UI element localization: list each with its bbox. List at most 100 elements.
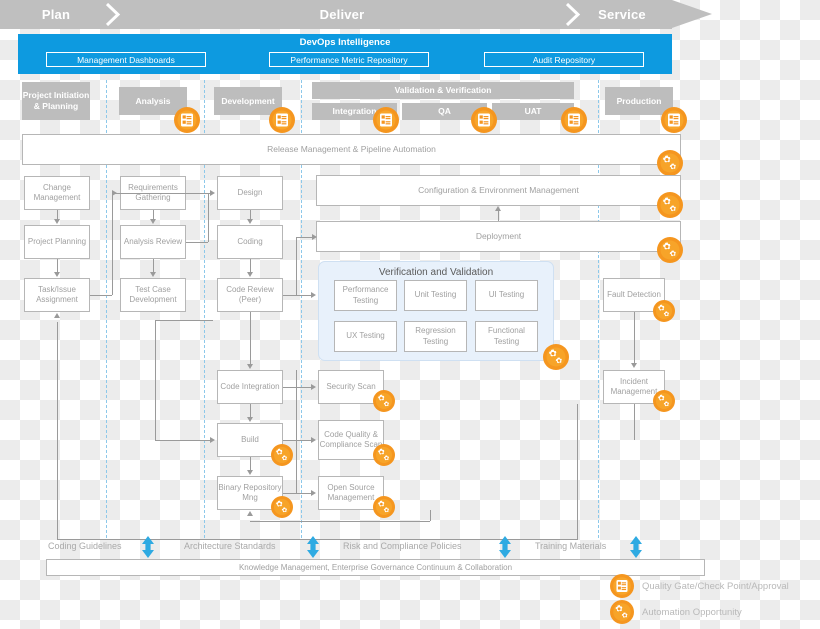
stage-validation-verification-label: Validation & Verification (394, 85, 492, 96)
connector-arrow-build-to-binary (246, 470, 253, 475)
double-arrow-icon-2 (306, 536, 320, 558)
quality-gate-icon-analysis[interactable] (174, 107, 200, 133)
box-change-management[interactable]: Change Management (24, 176, 90, 210)
box-code-review-peer[interactable]: Code Review (Peer) (217, 278, 283, 312)
stage-validation-verification[interactable]: Validation & Verification (312, 82, 574, 99)
box-code-review-peer-label: Code Review (Peer) (226, 284, 274, 304)
connector-arrow-review-to-integration (246, 364, 253, 369)
connector-dev-collector (296, 370, 297, 493)
release-management-label: Release Management & Pipeline Automation (267, 143, 436, 154)
automation-gears-icon-release[interactable] (657, 150, 683, 176)
connector-feedback-right (577, 404, 578, 540)
connector-deployment-config (498, 210, 499, 221)
box-design[interactable]: Design (217, 176, 283, 210)
connector-binary-to-opensource (283, 493, 313, 494)
box-change-management-label: Change Management (33, 182, 81, 202)
automation-gears-icon-incident-management[interactable] (653, 390, 675, 412)
box-task-issue-assignment[interactable]: Task/Issue Assignment (24, 278, 90, 312)
release-management-bar[interactable]: Release Management & Pipeline Automation (22, 134, 681, 165)
connector-arrow-loop-to-build (210, 436, 215, 443)
phase-label-deliver: Deliver (319, 7, 365, 22)
stage-project-initiation-label: Project Initiation & Planning (22, 90, 90, 111)
knowledge-management-bar[interactable]: Knowledge Management, Enterprise Governa… (46, 559, 705, 576)
automation-gears-icon-vv[interactable] (543, 344, 569, 370)
box-project-planning[interactable]: Project Planning (24, 225, 90, 259)
foundation-label-architecture-standards: Architecture Standards (184, 541, 276, 551)
audit-repository-button[interactable]: Audit Repository (484, 52, 644, 67)
double-arrow-icon-3 (498, 536, 512, 558)
connector-arrow-task-to-req (112, 189, 117, 196)
box-analysis-review[interactable]: Analysis Review (120, 225, 186, 259)
automation-gears-icon-binary-repo[interactable] (271, 496, 293, 518)
automation-gears-icon-build[interactable] (271, 444, 293, 466)
phase-arrow-plan[interactable]: Plan (0, 0, 112, 29)
box-task-issue-assignment-label: Task/Issue Assignment (36, 284, 78, 304)
box-coding[interactable]: Coding (217, 225, 283, 259)
connector-arrow-binary-loop (246, 511, 253, 516)
box-performance-testing[interactable]: Performance Testing (334, 280, 397, 311)
connector-review-to-deploy-v (296, 237, 297, 295)
box-test-case-development[interactable]: Test Case Development (120, 278, 186, 312)
knowledge-management-label: Knowledge Management, Enterprise Governa… (238, 563, 513, 572)
performance-metric-repository-button[interactable]: Performance Metric Repository (269, 52, 429, 67)
configuration-environment-bar[interactable]: Configuration & Environment Management (316, 175, 681, 206)
box-design-label: Design (237, 187, 263, 197)
automation-gears-icon-open-source[interactable] (373, 496, 395, 518)
box-ux-testing[interactable]: UX Testing (334, 321, 397, 352)
quality-gate-icon-development[interactable] (269, 107, 295, 133)
legend-item-automation: Automation Opportunity (610, 600, 742, 624)
connector-analysis-to-design-v (208, 193, 209, 242)
stage-project-initiation[interactable]: Project Initiation & Planning (22, 82, 90, 120)
deployment-bar[interactable]: Deployment (316, 221, 681, 252)
management-dashboards-label: Management Dashboards (77, 54, 175, 65)
stage-uat-label: UAT (524, 106, 542, 117)
connector-loop-v (155, 320, 156, 440)
devops-intelligence-band: DevOps Intelligence Management Dashboard… (18, 34, 672, 74)
phase-arrow-service[interactable]: Service (572, 0, 672, 29)
box-ui-testing-label: UI Testing (488, 290, 525, 300)
connector-task-to-req-h2 (112, 193, 212, 194)
connector-arrow-integration-to-build (246, 417, 253, 422)
quality-gate-icon-uat[interactable] (561, 107, 587, 133)
connector-incident-down (634, 404, 635, 440)
stage-production-label: Production (616, 95, 662, 106)
quality-gate-icon-production[interactable] (661, 107, 687, 133)
box-unit-testing-label: Unit Testing (414, 290, 457, 300)
box-code-integration[interactable]: Code Integration (217, 370, 283, 404)
devops-intelligence-title: DevOps Intelligence (299, 37, 391, 48)
box-performance-testing-label: Performance Testing (342, 285, 389, 305)
configuration-environment-label: Configuration & Environment Management (418, 184, 579, 195)
connector-arrow-review-to-vv (311, 291, 316, 298)
box-functional-testing[interactable]: Functional Testing (475, 321, 538, 352)
box-regression-testing[interactable]: Regression Testing (404, 321, 467, 352)
box-unit-testing[interactable]: Unit Testing (404, 280, 467, 311)
connector-arrow-req-to-analysis (149, 219, 156, 224)
box-ui-testing[interactable]: UI Testing (475, 280, 538, 311)
connector-build-to-codequality (283, 440, 313, 441)
management-dashboards-button[interactable]: Management Dashboards (46, 52, 206, 67)
quality-gate-icon-qa[interactable] (471, 107, 497, 133)
automation-gears-icon-code-quality[interactable] (373, 444, 395, 466)
box-analysis-review-label: Analysis Review (123, 236, 183, 246)
stage-analysis-label: Analysis (135, 95, 171, 106)
phase-arrow-band: Plan Deliver Service (0, 0, 712, 29)
box-coding-label: Coding (237, 236, 263, 246)
box-project-planning-label: Project Planning (27, 236, 87, 246)
automation-gears-icon-security-scan[interactable] (373, 390, 395, 412)
deployment-label: Deployment (475, 230, 522, 241)
connector-arrow-feedback-task (53, 313, 60, 318)
automation-gears-icon-config[interactable] (657, 192, 683, 218)
legend-label-automation: Automation Opportunity (642, 606, 742, 618)
connector-arrow-planning-to-task (53, 272, 60, 277)
automation-gears-icon-deployment[interactable] (657, 237, 683, 263)
quality-gate-icon-integration[interactable] (373, 107, 399, 133)
phase-arrow-deliver[interactable]: Deliver (112, 0, 572, 29)
connector-arrow-coding-to-review (246, 272, 253, 277)
automation-gears-icon-fault-detection[interactable] (653, 300, 675, 322)
connector-arrow-review-to-deploy (312, 233, 317, 240)
connector-task-to-req-v (112, 193, 113, 295)
connector-arrow-analysis-to-testcase (149, 272, 156, 277)
legend-item-quality-gate: Quality Gate/Check Point/Approval (610, 574, 789, 598)
connector-arrow-change-to-planning (53, 219, 60, 224)
audit-repository-label: Audit Repository (532, 54, 596, 65)
